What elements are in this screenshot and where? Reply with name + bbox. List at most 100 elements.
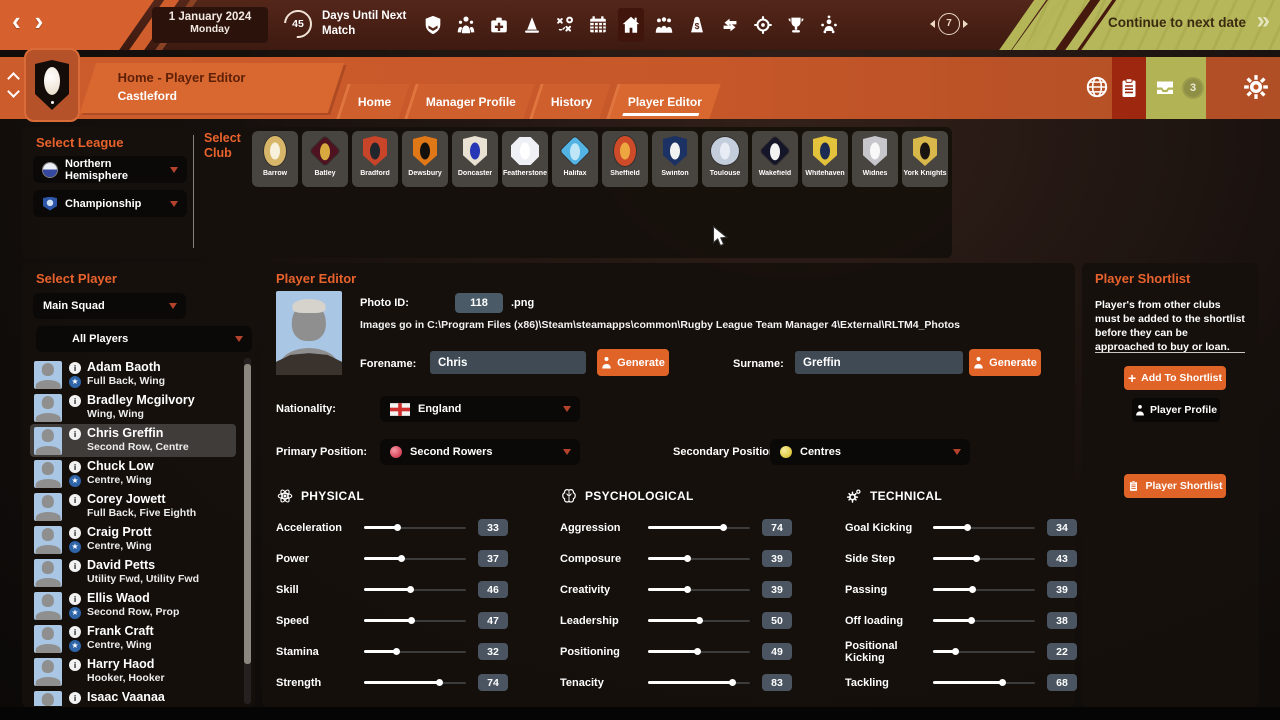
photo-id-field[interactable]: 118 xyxy=(455,293,503,313)
attribute-slider[interactable] xyxy=(933,677,1035,689)
fixtures-clipboard-icon[interactable] xyxy=(1112,57,1146,119)
back-chevron-icon[interactable]: ‹ xyxy=(12,6,35,36)
tab-history[interactable]: History xyxy=(530,84,612,119)
player-shortlist-button[interactable]: Player Shortlist xyxy=(1124,474,1226,498)
info-icon[interactable]: i xyxy=(69,362,81,374)
player-filter-dropdown[interactable]: All Players xyxy=(36,326,252,352)
player-row[interactable]: iIsaac Vaanaa xyxy=(30,688,236,706)
player-row[interactable]: iFrank Craft★Centre, Wing xyxy=(30,622,236,655)
attribute-slider[interactable] xyxy=(648,522,750,534)
player-row[interactable]: iEllis Waod★Second Row, Prop xyxy=(30,589,236,622)
attribute-slider[interactable] xyxy=(933,553,1035,565)
player-row[interactable]: iDavid PettsUtility Fwd, Utility Fwd xyxy=(30,556,236,589)
hemisphere-dropdown[interactable]: Northern Hemisphere xyxy=(33,156,187,183)
secondary-position-dropdown[interactable]: Centres xyxy=(770,439,970,465)
player-row[interactable]: iChuck Low★Centre, Wing xyxy=(30,457,236,490)
game-speed-control[interactable]: 7 xyxy=(930,13,968,35)
club-tile-dewsbury[interactable]: Dewsbury xyxy=(402,131,448,187)
calendar-icon[interactable] xyxy=(585,8,611,42)
club-tile-whitehaven[interactable]: Whitehaven xyxy=(802,131,848,187)
player-list-scrollbar[interactable] xyxy=(244,358,251,704)
club-tile-doncaster[interactable]: Doncaster xyxy=(452,131,498,187)
finances-icon[interactable]: $ xyxy=(684,8,710,42)
settings-gear-icon[interactable] xyxy=(1242,73,1270,101)
club-tile-halifax[interactable]: Halifax xyxy=(552,131,598,187)
player-row[interactable]: iAdam Baoth★Full Back, Wing xyxy=(30,358,236,391)
forename-field[interactable] xyxy=(430,351,586,374)
world-globe-icon[interactable] xyxy=(1084,74,1110,100)
info-icon[interactable]: i xyxy=(69,428,81,440)
shield-icon[interactable] xyxy=(420,8,446,42)
club-tile-batley[interactable]: Batley xyxy=(302,131,348,187)
nationality-dropdown[interactable]: England xyxy=(380,396,580,422)
player-row[interactable]: iBradley McgilvoryWing, Wing xyxy=(30,391,236,424)
continue-chevrons-icon[interactable]: » xyxy=(1257,7,1270,35)
speed-down-icon[interactable] xyxy=(930,20,935,28)
player-row[interactable]: iCorey JowettFull Back, Five Eighth xyxy=(30,490,236,523)
continue-button[interactable]: Continue to next date xyxy=(1108,15,1246,30)
player-row[interactable]: iChris GreffinSecond Row, Centre xyxy=(30,424,236,457)
scrollbar-thumb[interactable] xyxy=(244,364,251,664)
player-row[interactable]: iHarry HaodHooker, Hooker xyxy=(30,655,236,688)
club-tile-featherstone[interactable]: Featherstone xyxy=(502,131,548,187)
club-people-icon[interactable] xyxy=(816,8,842,42)
info-icon[interactable]: i xyxy=(69,593,81,605)
info-icon[interactable]: i xyxy=(69,626,81,638)
tab-player-editor[interactable]: Player Editor xyxy=(606,84,720,119)
generate-surname-button[interactable]: Generate xyxy=(969,349,1041,376)
trophy-icon[interactable] xyxy=(783,8,809,42)
player-profile-button[interactable]: Player Profile xyxy=(1132,398,1220,422)
chevron-down-icon[interactable] xyxy=(7,85,20,98)
tactics-icon[interactable] xyxy=(552,8,578,42)
club-crest[interactable] xyxy=(24,48,80,122)
info-icon[interactable]: i xyxy=(69,395,81,407)
info-icon[interactable]: i xyxy=(69,692,81,704)
club-tile-toulouse[interactable]: Toulouse xyxy=(702,131,748,187)
attribute-slider[interactable] xyxy=(364,646,466,658)
chevron-up-icon[interactable] xyxy=(7,72,20,85)
transfers-icon[interactable] xyxy=(717,8,743,42)
club-tile-sheffield[interactable]: Sheffield xyxy=(602,131,648,187)
attribute-slider[interactable] xyxy=(364,584,466,596)
club-tile-widnes[interactable]: Widnes xyxy=(852,131,898,187)
info-icon[interactable]: i xyxy=(69,461,81,473)
staff-icon[interactable] xyxy=(651,8,677,42)
attribute-slider[interactable] xyxy=(364,553,466,565)
forward-chevron-icon[interactable]: › xyxy=(35,6,58,36)
info-icon[interactable]: i xyxy=(69,659,81,671)
attribute-slider[interactable] xyxy=(648,553,750,565)
attribute-slider[interactable] xyxy=(648,677,750,689)
speed-up-icon[interactable] xyxy=(963,20,968,28)
attribute-slider[interactable] xyxy=(648,646,750,658)
attribute-slider[interactable] xyxy=(364,522,466,534)
surname-field[interactable] xyxy=(795,351,963,374)
info-icon[interactable]: i xyxy=(69,527,81,539)
competition-dropdown[interactable]: Championship xyxy=(33,190,187,217)
attribute-slider[interactable] xyxy=(648,584,750,596)
attribute-slider[interactable] xyxy=(933,584,1035,596)
history-nav[interactable]: ‹› xyxy=(12,6,57,37)
attribute-slider[interactable] xyxy=(364,677,466,689)
add-to-shortlist-button[interactable]: + Add To Shortlist xyxy=(1124,366,1226,390)
primary-position-dropdown[interactable]: Second Rowers xyxy=(380,439,580,465)
training-cone-icon[interactable] xyxy=(519,8,545,42)
player-row[interactable]: iCraig Prott★Centre, Wing xyxy=(30,523,236,556)
club-tile-swinton[interactable]: Swinton xyxy=(652,131,698,187)
panel-collapse-control[interactable] xyxy=(9,74,18,96)
attribute-slider[interactable] xyxy=(648,615,750,627)
generate-forename-button[interactable]: Generate xyxy=(597,349,669,376)
squad-icon[interactable] xyxy=(453,8,479,42)
attribute-slider[interactable] xyxy=(933,522,1035,534)
club-tile-wakefield[interactable]: Wakefield xyxy=(752,131,798,187)
squad-filter-dropdown[interactable]: Main Squad xyxy=(33,293,186,319)
medical-icon[interactable] xyxy=(486,8,512,42)
club-tile-york-knights[interactable]: York Knights xyxy=(902,131,948,187)
info-icon[interactable]: i xyxy=(69,560,81,572)
attribute-slider[interactable] xyxy=(933,615,1035,627)
club-tile-barrow[interactable]: Barrow xyxy=(252,131,298,187)
home-icon[interactable] xyxy=(618,8,644,42)
tab-home[interactable]: Home xyxy=(336,84,410,119)
club-tile-bradford[interactable]: Bradford xyxy=(352,131,398,187)
scouting-icon[interactable] xyxy=(750,8,776,42)
attribute-slider[interactable] xyxy=(364,615,466,627)
